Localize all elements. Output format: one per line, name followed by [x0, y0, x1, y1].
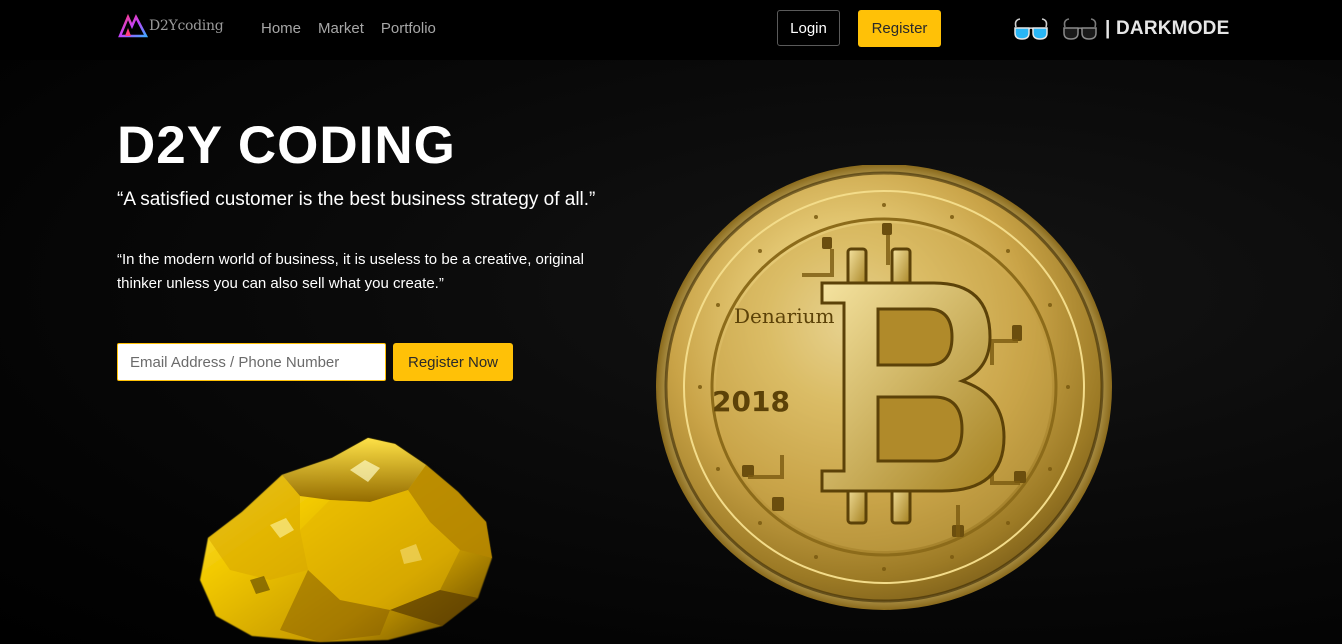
- gold-nugget-image: [190, 430, 500, 644]
- nav-market-link[interactable]: Market: [318, 20, 364, 37]
- email-phone-input[interactable]: [117, 343, 386, 381]
- nav-home-link[interactable]: Home: [261, 20, 301, 37]
- login-button[interactable]: Login: [777, 10, 840, 46]
- register-now-button[interactable]: Register Now: [393, 343, 513, 381]
- glasses-dark-icon[interactable]: [1062, 18, 1098, 47]
- glasses-light-icon[interactable]: [1013, 18, 1049, 47]
- register-button[interactable]: Register: [858, 10, 941, 47]
- bitcoin-coin-image: Denarium 2018: [652, 164, 1132, 644]
- page: D2Ycoding Home Market Portfolio Login Re…: [0, 0, 1342, 644]
- logo-text: D2Ycoding: [149, 18, 224, 34]
- coin-brand-text: Denarium: [734, 304, 835, 328]
- brand-logo[interactable]: D2Ycoding: [118, 12, 236, 40]
- hero-quote-primary: “A satisfied customer is the best busine…: [117, 189, 596, 210]
- nav-links: Home Market Portfolio: [261, 20, 453, 37]
- signup-form: Register Now: [117, 343, 513, 381]
- nav-portfolio-link[interactable]: Portfolio: [381, 20, 436, 37]
- darkmode-label[interactable]: | DARKMODE: [1105, 18, 1229, 40]
- navbar: D2Ycoding Home Market Portfolio Login Re…: [0, 0, 1342, 60]
- hero-quote-secondary: “In the modern world of business, it is …: [117, 251, 584, 292]
- logo-mark-icon: [118, 14, 148, 38]
- hero-title: D2Y CODING: [117, 116, 456, 175]
- coin-year-text: 2018: [712, 385, 790, 418]
